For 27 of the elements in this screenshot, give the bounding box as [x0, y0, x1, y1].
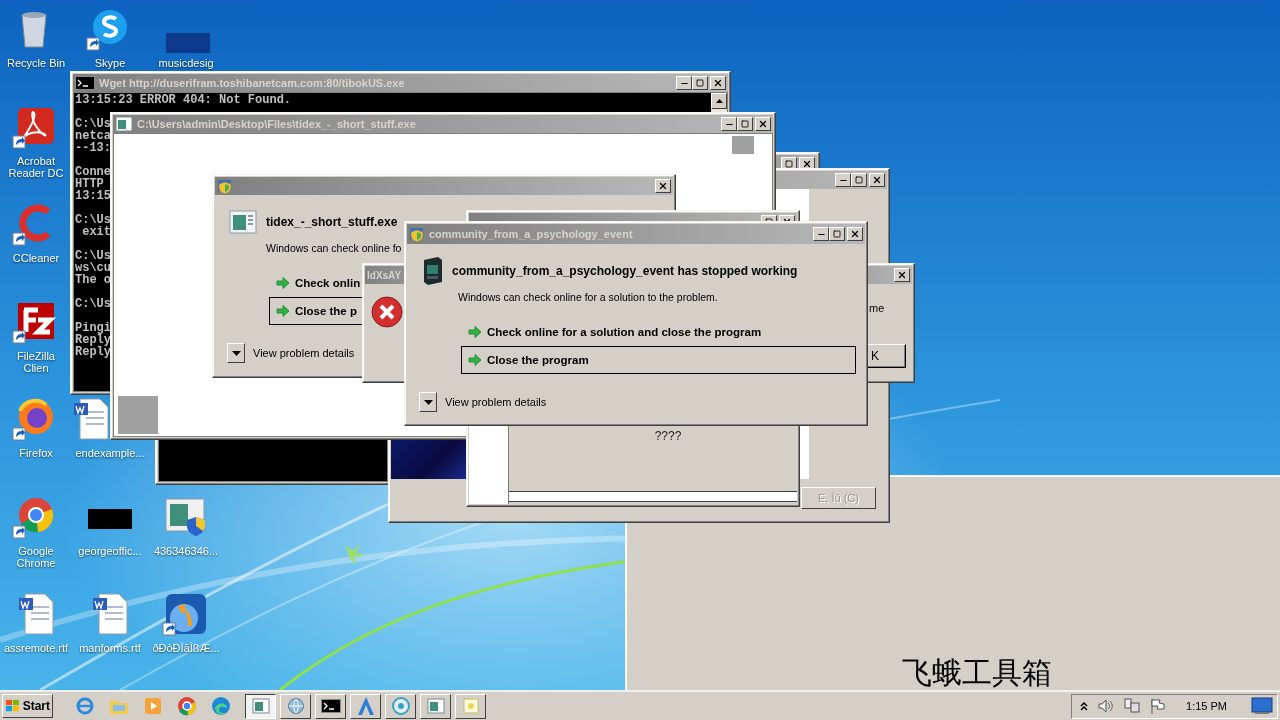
console-line: C:\Us	[75, 298, 111, 310]
console-line: HTTP	[75, 178, 104, 190]
console-line: --13:	[75, 142, 111, 154]
console-line: Reply	[75, 346, 111, 358]
desktop-text: 飞蛾工具箱	[902, 656, 1052, 690]
console-line: exit	[81, 226, 111, 238]
window-title: Wget http://duserifram.toshibanetcam.com:80/tibokUS.exe	[99, 77, 405, 89]
dialog-message: Windows can check online fo	[266, 241, 402, 255]
console-line: netca	[75, 130, 111, 142]
message-text: me	[869, 302, 885, 314]
console-line: C:\Us	[75, 118, 111, 130]
console-line: Reply	[75, 334, 111, 346]
window-title: community_from_a_psychology_event	[429, 228, 633, 240]
console-line: C:\Us	[75, 250, 111, 262]
console-line: 13:15	[75, 190, 111, 202]
window-title: IdXsAY	[367, 269, 402, 281]
console-line: Conne	[75, 166, 111, 178]
console-line: C:\Us	[75, 214, 111, 226]
dialog-heading: community_from_a_psychology_event has stopped working	[452, 264, 798, 278]
console-line: 13:15:23 ERROR 404: Not Found.	[75, 94, 292, 106]
dialog-heading: tidex_-_short_stuff.exe	[266, 215, 398, 229]
status-label: ????	[654, 429, 682, 443]
console-line: The o	[75, 274, 111, 286]
dialog-message: Windows can check online for a solution to the problem.	[458, 290, 718, 304]
console-line: Pingi	[75, 322, 111, 334]
console-line: ws\cu	[75, 262, 111, 274]
window-title: C:\Users\admin\Desktop\Files\tidex_-_short_stuff.exe	[137, 118, 416, 130]
